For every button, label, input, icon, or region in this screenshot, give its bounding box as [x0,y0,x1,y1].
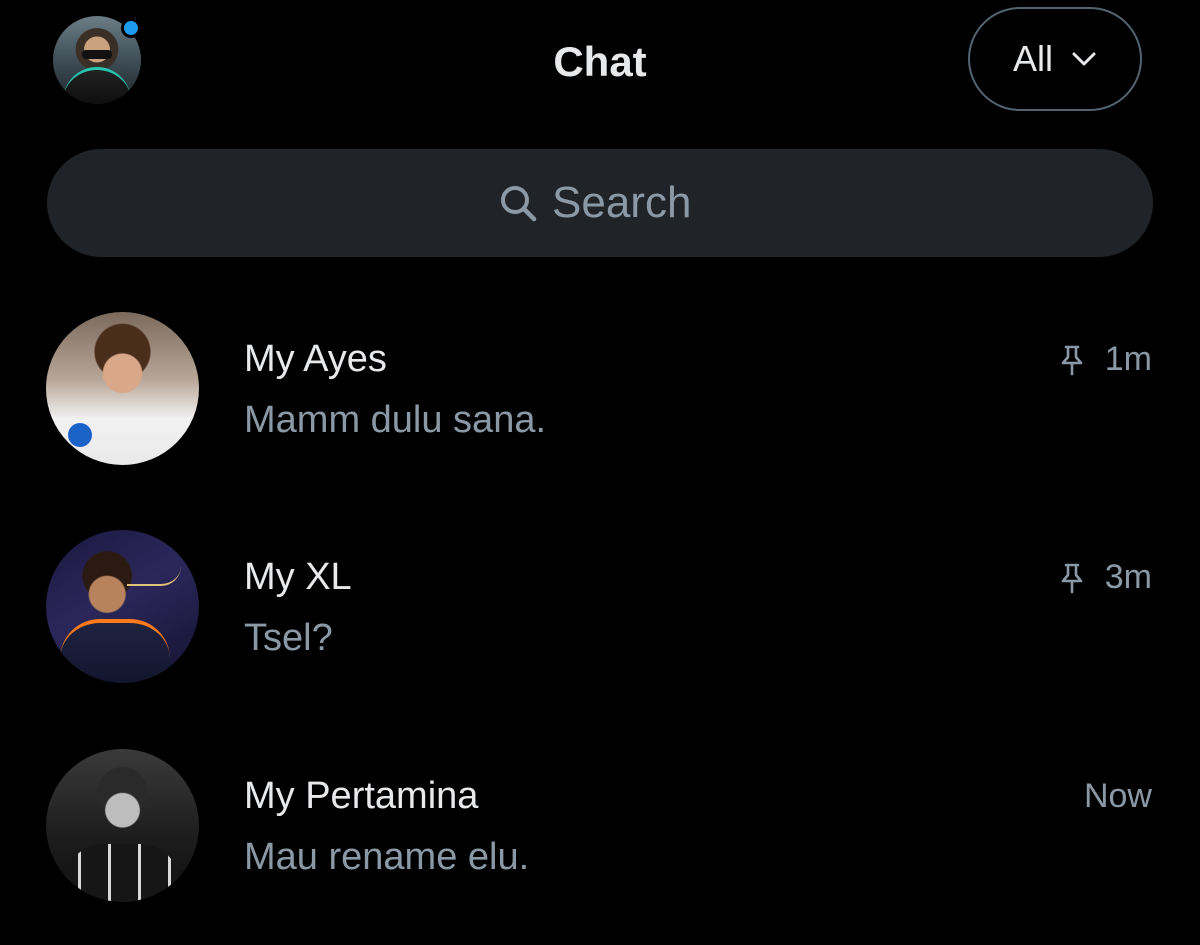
chat-row[interactable]: My Ayes Mamm dulu sana. 1m [0,300,1200,480]
avatar-jacket [64,844,180,902]
avatar-sign [127,564,181,586]
search-bar[interactable] [47,149,1153,257]
chat-time: Now [1083,777,1152,815]
chevron-down-icon [1071,51,1097,67]
chat-time: 3m [1104,558,1152,596]
avatar-jacket [60,619,170,683]
notification-dot [121,18,141,38]
chat-row[interactable]: My XL Tsel? 3m [0,518,1200,698]
chat-preview: Tsel? [244,617,333,659]
chat-time: 1m [1104,340,1152,378]
chat-avatar [46,749,199,902]
chat-meta: Now [1084,777,1152,816]
chat-preview: Mau rename elu. [244,836,530,878]
search-input[interactable] [552,178,702,228]
search-icon [498,183,538,223]
chat-preview: Mamm dulu sana. [244,399,547,441]
top-bar: Chat All [0,0,1200,130]
filter-label: All [1012,38,1053,79]
chat-avatar [46,312,199,465]
filter-dropdown-button[interactable]: All [968,7,1142,111]
chat-meta: 1m [1059,340,1152,379]
pin-icon [1059,344,1085,376]
chat-meta: 3m [1059,558,1152,597]
chat-row[interactable]: My Pertamina Mau rename elu. Now [0,737,1200,917]
chat-avatar [46,530,199,683]
chat-name: My Pertamina [244,775,479,817]
avatar-logo [68,423,92,447]
chat-name: My XL [244,556,352,598]
chat-name: My Ayes [244,338,387,380]
pin-icon [1059,562,1085,594]
